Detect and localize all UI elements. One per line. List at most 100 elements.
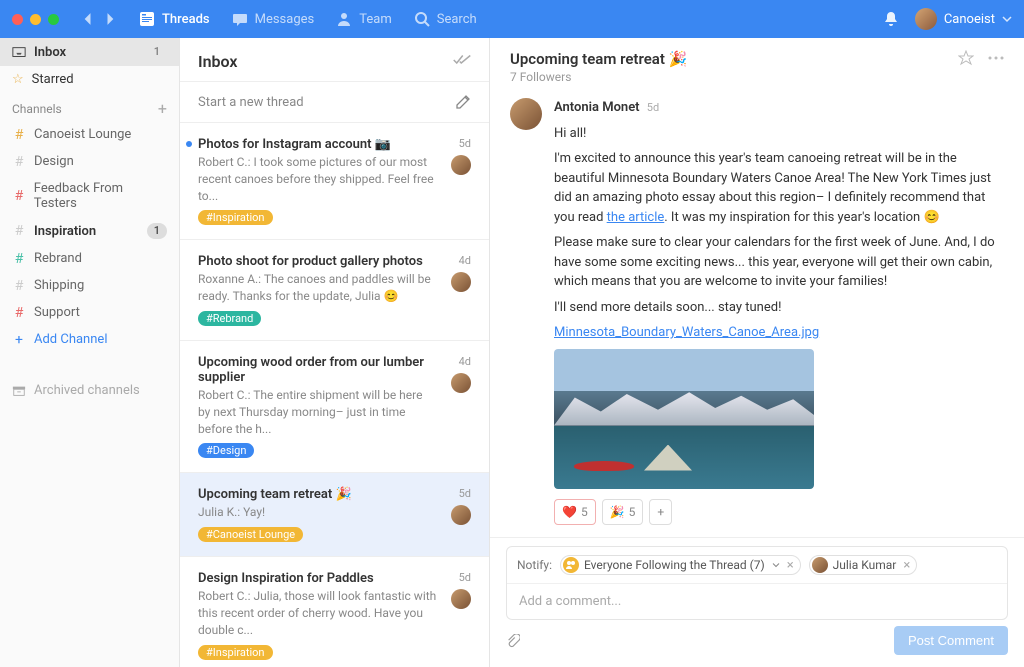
thread-item[interactable]: Photos for Instagram account 📷 5d Robert… [180,123,489,240]
tab-team[interactable]: Team [336,11,392,27]
remove-icon[interactable]: × [787,558,794,573]
thread-item[interactable]: Design Inspiration for Paddles 5d Robert… [180,557,489,667]
close-icon[interactable] [12,14,23,25]
channel-name: Canoeist Lounge [34,127,131,142]
sidebar-starred-label: Starred [32,72,74,87]
topbar-tabs: Threads Messages Team Search [139,11,477,27]
avatar [451,373,471,393]
post-comment-button[interactable]: Post Comment [894,626,1008,655]
new-thread-button[interactable]: Start a new thread [180,82,489,123]
archived-label: Archived channels [34,383,140,398]
topbar: Threads Messages Team Search Canoeist [0,0,1024,38]
post-time: 5d [647,101,659,114]
thread-item-tag[interactable]: #Rebrand [198,311,261,326]
composer-area: Notify: Everyone Following the Thread (7… [490,537,1024,667]
attachment-image[interactable] [554,349,814,489]
detail-header: Upcoming team retreat 🎉 7 Followers [490,38,1024,94]
back-button[interactable] [77,9,97,29]
notify-pill-user[interactable]: Julia Kumar × [809,555,918,575]
sidebar-channel[interactable]: # Inspiration 1 [0,217,179,245]
avatar [915,8,937,30]
thread-item-title: Photos for Instagram account 📷 [198,137,471,152]
hash-icon: # [12,279,26,293]
thread-item-age: 5d [459,571,471,584]
forward-button[interactable] [101,9,121,29]
add-channel-icon[interactable]: + [158,101,167,117]
tab-search[interactable]: Search [414,11,477,27]
comment-input[interactable]: Add a comment... [507,584,1007,619]
thread-item[interactable]: Photo shoot for product gallery photos 4… [180,240,489,341]
thread-item[interactable]: Upcoming team retreat 🎉 5d Julia K.: Yay… [180,473,489,557]
thread-item-tag[interactable]: #Canoeist Lounge [198,527,303,542]
chevron-down-icon [1002,14,1012,24]
sidebar-add-channel[interactable]: + Add Channel [0,326,179,353]
remove-icon[interactable]: × [903,558,910,573]
thread-item-title: Photo shoot for product gallery photos [198,254,471,269]
post-author[interactable]: Antonia Monet [554,100,640,115]
thread-list: Inbox Start a new thread Photos for Inst… [180,38,490,667]
chevron-down-icon [772,561,780,569]
star-thread-icon[interactable] [958,50,974,66]
thread-item-title: Upcoming wood order from our lumber supp… [198,355,471,385]
reaction-heart[interactable]: ❤️ 5 [554,499,596,525]
tab-team-label: Team [359,12,392,27]
threads-icon [139,11,155,27]
maximize-icon[interactable] [48,14,59,25]
reactions: ❤️ 5 🎉 5 + [554,499,1004,525]
post-text: I'll send more details soon... stay tune… [554,298,1004,318]
sidebar-channel[interactable]: # Support [0,299,179,326]
notify-row: Notify: Everyone Following the Thread (7… [507,547,1007,584]
sidebar-channel[interactable]: # Design [0,148,179,175]
avatar [451,505,471,525]
sidebar: Inbox 1 ☆ Starred Channels + # Canoeist … [0,38,180,667]
thread-item-age: 4d [459,355,471,368]
notifications-icon[interactable] [883,11,899,27]
sidebar-inbox[interactable]: Inbox 1 [0,38,179,66]
thread-item-snippet: Roxanne A.: The canoes and paddles will … [198,271,471,305]
sidebar-channel[interactable]: # Feedback From Testers [0,175,179,217]
notify-pill-everyone[interactable]: Everyone Following the Thread (7) × [560,555,801,575]
thread-item-tag[interactable]: #Design [198,443,254,458]
thread-item-snippet: Julia K.: Yay! [198,504,471,521]
tab-messages-label: Messages [255,12,315,27]
sidebar-channel[interactable]: # Rebrand [0,245,179,272]
search-icon [414,11,430,27]
topbar-right: Canoeist [883,8,1012,30]
sidebar-starred[interactable]: ☆ Starred [0,66,179,93]
group-icon [563,557,579,573]
attachment-link[interactable]: Minnesota_Boundary_Waters_Canoe_Area.jpg [554,325,819,340]
hash-icon: # [12,306,26,320]
reaction-party[interactable]: 🎉 5 [602,499,644,525]
thread-item-tag[interactable]: #Inspiration [198,210,273,225]
composer: Notify: Everyone Following the Thread (7… [506,546,1008,620]
detail-actions [958,50,1004,66]
main: Inbox 1 ☆ Starred Channels + # Canoeist … [0,38,1024,667]
attach-icon[interactable] [506,634,520,648]
minimize-icon[interactable] [30,14,41,25]
user-menu[interactable]: Canoeist [915,8,1012,30]
thread-item-tag[interactable]: #Inspiration [198,645,273,660]
tab-threads[interactable]: Threads [139,11,210,27]
more-actions-icon[interactable] [988,50,1004,66]
article-link[interactable]: the article [607,210,665,225]
tab-messages[interactable]: Messages [232,11,315,27]
channel-count: 1 [147,223,167,239]
hash-icon: # [12,155,26,169]
sidebar-channel[interactable]: # Canoeist Lounge [0,121,179,148]
tab-search-label: Search [437,12,477,27]
thread-item[interactable]: Upcoming wood order from our lumber supp… [180,341,489,473]
thread-item-title: Upcoming team retreat 🎉 [198,487,471,502]
add-channel-label: Add Channel [34,332,107,347]
sidebar-archived[interactable]: Archived channels [0,377,179,404]
followers-count[interactable]: 7 Followers [510,70,958,84]
sidebar-channel[interactable]: # Shipping [0,272,179,299]
thread-item-age: 5d [459,137,471,150]
reaction-add[interactable]: + [649,499,672,525]
window-controls [12,14,59,25]
composer-footer: Post Comment [506,620,1008,655]
thread-item-age: 4d [459,254,471,267]
hash-icon: # [12,128,26,142]
mark-all-read-icon[interactable] [453,54,471,70]
thread-item-snippet: Robert C.: The entire shipment will be h… [198,387,471,437]
thread-title: Upcoming team retreat 🎉 [510,50,958,68]
